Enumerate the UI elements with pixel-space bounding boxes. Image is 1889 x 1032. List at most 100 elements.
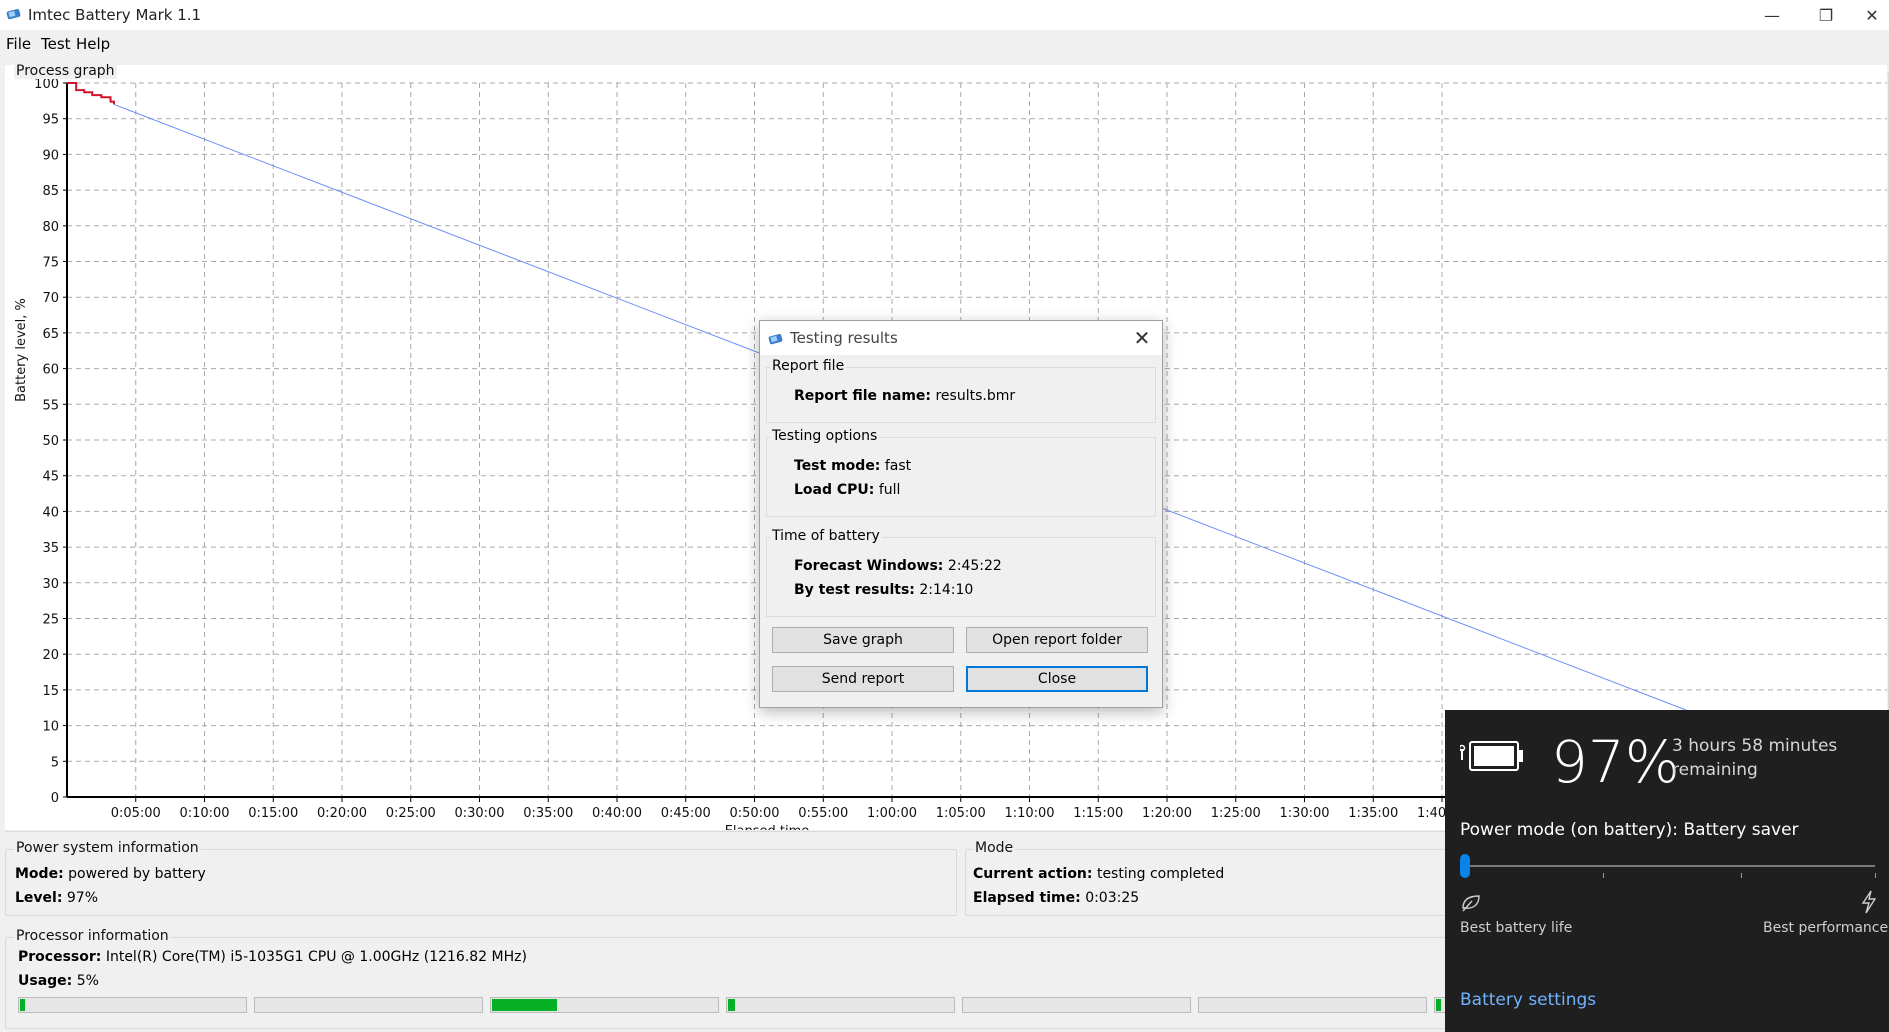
y-tick-label: 5 — [51, 755, 59, 770]
y-tick-label: 0 — [51, 791, 59, 806]
power-mode-row: Mode: powered by battery — [15, 866, 206, 882]
power-info-title: Power system information — [14, 840, 201, 856]
load-cpu-row: Load CPU: full — [794, 482, 900, 498]
best-performance-label: Best performance — [1763, 920, 1889, 936]
processor-value: Intel(R) Core(TM) i5-1035G1 CPU @ 1.00GH… — [105, 949, 527, 965]
power-info-group — [5, 849, 957, 916]
cpu-core-bar-fill — [728, 999, 735, 1011]
y-tick-label: 60 — [42, 363, 59, 378]
elapsed-time-label: Elapsed time: — [973, 890, 1081, 906]
power-mode-title: Power mode (on battery): Battery saver — [1460, 820, 1799, 840]
test-mode-label: Test mode: — [794, 458, 881, 474]
x-tick-label: 1:25:00 — [1211, 806, 1261, 821]
elapsed-time-row: Elapsed time: 0:03:25 — [973, 890, 1139, 906]
cpu-core-bar — [726, 997, 955, 1013]
restore-icon[interactable]: ❐ — [1803, 0, 1849, 30]
forecast-label: Forecast Windows: — [794, 558, 944, 574]
y-tick-label: 55 — [42, 398, 59, 413]
usage-row: Usage: 5% — [18, 973, 99, 989]
close-icon[interactable]: ✕ — [1849, 0, 1889, 30]
test-mode-value: fast — [884, 458, 912, 474]
time-of-battery-group — [766, 537, 1156, 617]
x-tick-label: 1:20:00 — [1142, 806, 1192, 821]
menu-help[interactable]: Help — [76, 35, 110, 53]
x-tick-label: 0:20:00 — [317, 806, 367, 821]
battery-settings-link[interactable]: Battery settings — [1460, 990, 1596, 1010]
window-title: Imtec Battery Mark 1.1 — [28, 6, 202, 24]
x-tick-label: 0:50:00 — [729, 806, 779, 821]
testing-options-group — [766, 437, 1156, 517]
app-icon — [6, 9, 21, 20]
save-graph-button[interactable]: Save graph — [772, 627, 954, 653]
forecast-row: Forecast Windows: 2:45:22 — [794, 558, 1002, 574]
battery-icon — [1460, 741, 1523, 771]
load-cpu-label: Load CPU: — [794, 482, 875, 498]
y-tick-label: 30 — [42, 577, 59, 592]
menu-test[interactable]: Test — [41, 35, 71, 53]
x-tick-label: 1:30:00 — [1279, 806, 1329, 821]
x-axis-label: Elapsed time — [725, 824, 810, 830]
power-mode-label: Mode: — [15, 866, 64, 882]
by-test-label: By test results: — [794, 582, 915, 598]
report-file-title: Report file — [770, 358, 847, 374]
slider-tick — [1741, 873, 1742, 878]
load-cpu-value: full — [878, 482, 901, 498]
open-report-folder-button[interactable]: Open report folder — [966, 627, 1148, 653]
y-tick-label: 70 — [42, 291, 59, 306]
test-mode-row: Test mode: fast — [794, 458, 911, 474]
power-level-value: 97% — [66, 890, 99, 906]
lightning-icon — [1861, 890, 1877, 914]
close-button[interactable]: Close — [966, 666, 1148, 692]
cpu-core-bar — [18, 997, 247, 1013]
x-tick-label: 0:45:00 — [661, 806, 711, 821]
testing-results-dialog: Testing results ✕ Report file Report fil… — [759, 320, 1163, 708]
y-tick-label: 95 — [42, 113, 59, 128]
y-tick-label: 20 — [42, 648, 59, 663]
mode-group-title: Mode — [973, 840, 1016, 856]
power-mode-slider-thumb[interactable] — [1460, 854, 1470, 878]
x-tick-label: 0:10:00 — [179, 806, 229, 821]
by-test-row: By test results: 2:14:10 — [794, 582, 973, 598]
usage-value: 5% — [76, 973, 99, 989]
measured-series-line — [67, 82, 115, 105]
x-tick-label: 0:40:00 — [592, 806, 642, 821]
dialog-title: Testing results — [790, 329, 898, 347]
testing-options-title: Testing options — [770, 428, 880, 444]
cpu-core-bar-fill — [492, 999, 557, 1011]
y-tick-label: 35 — [42, 541, 59, 556]
y-tick-label: 90 — [42, 148, 59, 163]
send-report-button[interactable]: Send report — [772, 666, 954, 692]
power-mode-slider[interactable] — [1465, 865, 1875, 867]
power-level-label: Level: — [15, 890, 63, 906]
x-tick-label: 0:25:00 — [386, 806, 436, 821]
y-tick-label: 50 — [42, 434, 59, 449]
battery-remaining: 3 hours 58 minutes remaining — [1672, 736, 1838, 780]
processor-group-title: Processor information — [14, 928, 171, 944]
cpu-core-bar-fill — [20, 999, 25, 1011]
power-level-row: Level: 97% — [15, 890, 98, 906]
current-action-row: Current action: testing completed — [973, 866, 1224, 882]
processor-row: Processor: Intel(R) Core(TM) i5-1035G1 C… — [18, 949, 527, 965]
x-tick-label: 0:30:00 — [454, 806, 504, 821]
best-battery-life-label: Best battery life — [1460, 920, 1573, 936]
by-test-value: 2:14:10 — [919, 582, 974, 598]
usage-label: Usage: — [18, 973, 73, 989]
app-icon — [768, 334, 783, 345]
report-file-value: results.bmr — [935, 388, 1016, 404]
minimize-icon[interactable]: — — [1749, 0, 1795, 30]
title-bar — [0, 0, 1889, 30]
forecast-value: 2:45:22 — [947, 558, 1002, 574]
y-tick-label: 100 — [34, 77, 59, 92]
y-tick-label: 85 — [42, 184, 59, 199]
current-action-label: Current action: — [973, 866, 1093, 882]
x-tick-label: 0:55:00 — [798, 806, 848, 821]
close-icon[interactable]: ✕ — [1128, 325, 1156, 351]
battery-flyout: 97% 3 hours 58 minutes remaining Power m… — [1445, 710, 1889, 1032]
menu-file[interactable]: File — [6, 35, 31, 53]
y-tick-label: 80 — [42, 220, 59, 235]
x-tick-label: 0:05:00 — [111, 806, 161, 821]
elapsed-time-value: 0:03:25 — [1085, 890, 1140, 906]
x-tick-label: 1:10:00 — [1004, 806, 1054, 821]
x-tick-label: 1:35:00 — [1348, 806, 1398, 821]
cpu-core-bar-fill — [1436, 999, 1441, 1011]
